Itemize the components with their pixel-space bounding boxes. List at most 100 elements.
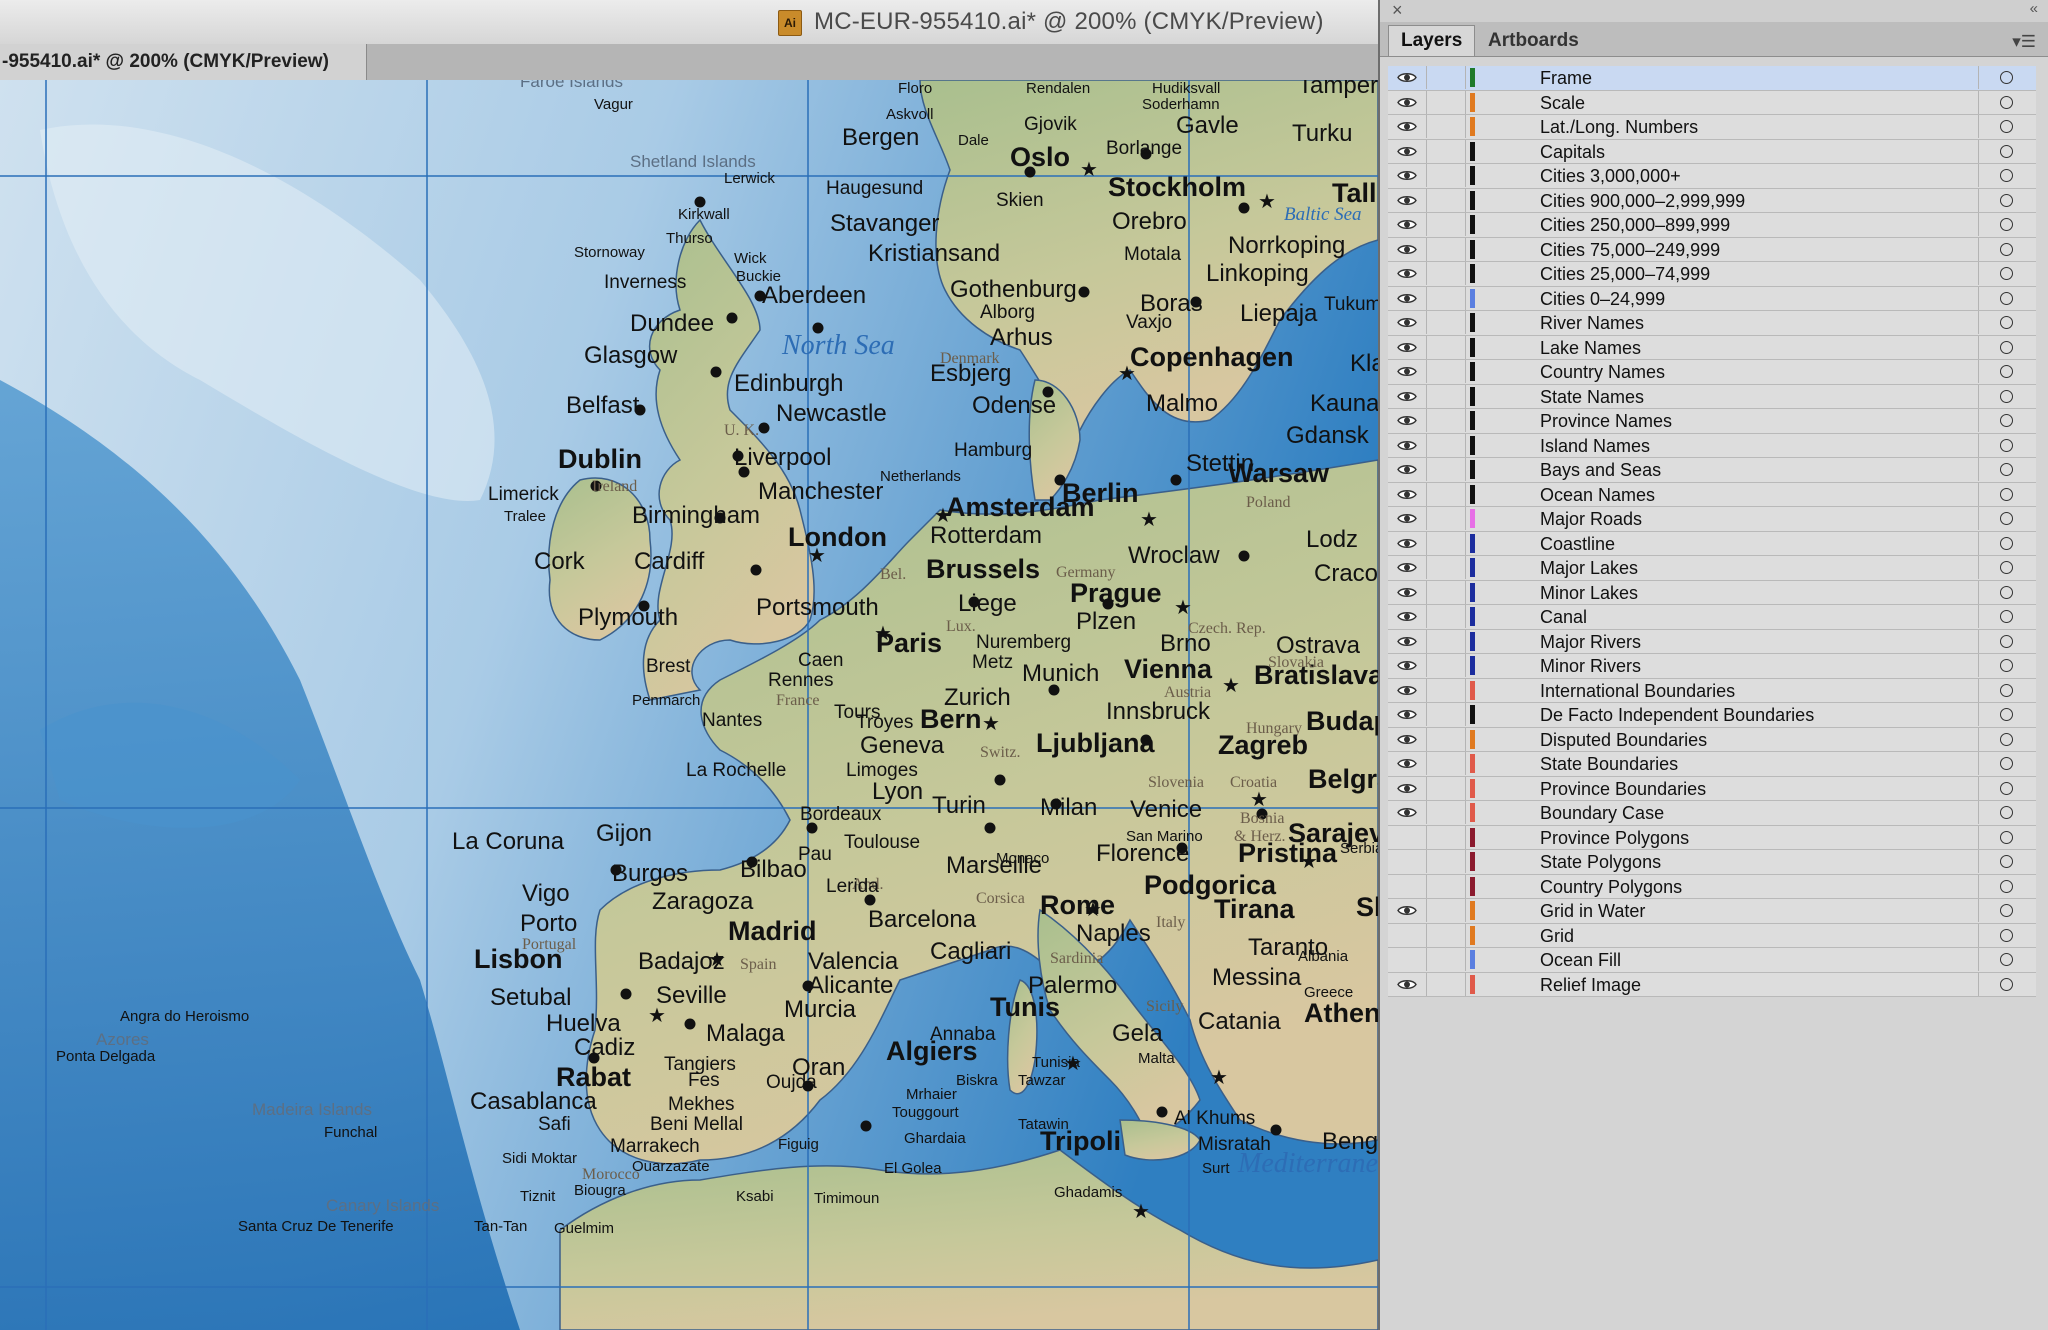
target-circle-icon[interactable]: [1978, 115, 2037, 138]
visibility-toggle[interactable]: [1388, 874, 1427, 898]
layer-name[interactable]: Cities 3,000,000+: [1540, 165, 1681, 187]
layer-name[interactable]: Grid: [1540, 925, 1574, 947]
target-circle-icon[interactable]: [1978, 213, 2037, 236]
visibility-toggle[interactable]: [1388, 678, 1427, 702]
layer-row[interactable]: Disputed Boundaries: [1388, 727, 2037, 752]
layer-row[interactable]: De Facto Independent Boundaries: [1388, 703, 2036, 728]
target-circle-icon[interactable]: [1978, 164, 2037, 187]
layer-row[interactable]: Province Boundaries: [1388, 776, 2037, 801]
visibility-toggle[interactable]: [1388, 262, 1427, 285]
visibility-toggle[interactable]: [1388, 213, 1427, 236]
layer-name[interactable]: Cities 250,000–899,999: [1540, 214, 1730, 236]
tab-layers[interactable]: Layers: [1388, 25, 1476, 56]
layer-name[interactable]: Disputed Boundaries: [1540, 729, 1707, 751]
document-tab[interactable]: -955410.ai* @ 200% (CMYK/Preview): [0, 44, 367, 80]
target-circle-icon[interactable]: [1978, 507, 2037, 530]
target-circle-icon[interactable]: [1978, 776, 2037, 800]
layer-name[interactable]: State Names: [1540, 386, 1644, 408]
lock-toggle[interactable]: [1427, 629, 1466, 653]
layer-row[interactable]: River Names: [1388, 311, 2036, 336]
artboard-canvas[interactable]: ★ ★ ★ ★ ★ ★ ★ ★ ★ ★ ★ ★ ★ ★ ★ ★ ★ ★ Faroe Islands Vagur She…: [0, 80, 1378, 1330]
visibility-toggle[interactable]: [1388, 727, 1427, 751]
lock-toggle[interactable]: [1427, 531, 1466, 555]
layer-row[interactable]: Scale: [1388, 90, 2036, 115]
visibility-toggle[interactable]: [1388, 972, 1427, 996]
layer-name[interactable]: Major Roads: [1540, 508, 1642, 530]
lock-toggle[interactable]: [1427, 311, 1466, 334]
target-circle-icon[interactable]: [1978, 899, 2037, 922]
layer-row[interactable]: Relief Image: [1388, 972, 2036, 997]
layer-name[interactable]: Scale: [1540, 92, 1585, 114]
lock-toggle[interactable]: [1427, 752, 1466, 775]
lock-toggle[interactable]: [1427, 703, 1466, 726]
target-circle-icon[interactable]: [1978, 531, 2037, 555]
layer-row[interactable]: Province Polygons: [1388, 825, 2037, 850]
lock-toggle[interactable]: [1427, 433, 1466, 457]
layer-row[interactable]: State Boundaries: [1388, 752, 2036, 777]
target-circle-icon[interactable]: [1978, 311, 2037, 334]
layer-name[interactable]: Country Polygons: [1540, 876, 1682, 898]
layer-row[interactable]: Bays and Seas: [1388, 458, 2036, 483]
target-circle-icon[interactable]: [1978, 458, 2037, 481]
visibility-toggle[interactable]: [1388, 605, 1427, 628]
layer-name[interactable]: Ocean Names: [1540, 484, 1655, 506]
layer-name[interactable]: Major Rivers: [1540, 631, 1641, 653]
layer-name[interactable]: Cities 900,000–2,999,999: [1540, 190, 1745, 212]
lock-toggle[interactable]: [1427, 286, 1466, 310]
target-circle-icon[interactable]: [1978, 825, 2037, 849]
lock-toggle[interactable]: [1427, 580, 1466, 604]
lock-toggle[interactable]: [1427, 458, 1466, 481]
visibility-toggle[interactable]: [1388, 115, 1427, 138]
lock-toggle[interactable]: [1427, 678, 1466, 702]
layer-name[interactable]: Cities 75,000–249,999: [1540, 239, 1720, 261]
layer-row[interactable]: Cities 0–24,999: [1388, 286, 2036, 311]
lock-toggle[interactable]: [1427, 948, 1466, 971]
lock-toggle[interactable]: [1427, 188, 1466, 212]
layer-name[interactable]: Relief Image: [1540, 974, 1641, 996]
layer-name[interactable]: International Boundaries: [1540, 680, 1735, 702]
target-circle-icon[interactable]: [1978, 727, 2037, 751]
target-circle-icon[interactable]: [1978, 923, 2037, 947]
lock-toggle[interactable]: [1427, 899, 1466, 922]
visibility-toggle[interactable]: [1388, 237, 1427, 261]
target-circle-icon[interactable]: [1978, 188, 2037, 212]
visibility-toggle[interactable]: [1388, 139, 1427, 163]
layer-name[interactable]: Cities 25,000–74,999: [1540, 263, 1710, 285]
visibility-toggle[interactable]: [1388, 360, 1427, 383]
visibility-toggle[interactable]: [1388, 507, 1427, 530]
lock-toggle[interactable]: [1427, 605, 1466, 628]
layer-name[interactable]: Frame: [1540, 67, 1592, 89]
visibility-toggle[interactable]: [1388, 482, 1427, 506]
lock-toggle[interactable]: [1427, 409, 1466, 432]
target-circle-icon[interactable]: [1978, 66, 2037, 89]
lock-toggle[interactable]: [1427, 825, 1466, 849]
layer-name[interactable]: Cities 0–24,999: [1540, 288, 1665, 310]
layer-row[interactable]: Frame: [1388, 66, 2036, 91]
target-circle-icon[interactable]: [1978, 139, 2037, 163]
visibility-toggle[interactable]: [1388, 629, 1427, 653]
layer-name[interactable]: Lat./Long. Numbers: [1540, 116, 1698, 138]
visibility-toggle[interactable]: [1388, 286, 1427, 310]
visibility-toggle[interactable]: [1388, 923, 1427, 947]
layer-name[interactable]: Canal: [1540, 606, 1587, 628]
lock-toggle[interactable]: [1427, 164, 1466, 187]
target-circle-icon[interactable]: [1978, 629, 2037, 653]
lock-toggle[interactable]: [1427, 727, 1466, 751]
visibility-toggle[interactable]: [1388, 188, 1427, 212]
close-icon[interactable]: ×: [1392, 0, 1403, 21]
layer-name[interactable]: Province Boundaries: [1540, 778, 1706, 800]
lock-toggle[interactable]: [1427, 507, 1466, 530]
target-circle-icon[interactable]: [1978, 335, 2037, 359]
visibility-toggle[interactable]: [1388, 801, 1427, 824]
visibility-toggle[interactable]: [1388, 458, 1427, 481]
layer-row[interactable]: Province Names: [1388, 409, 2036, 434]
target-circle-icon[interactable]: [1978, 262, 2037, 285]
layer-row[interactable]: Grid: [1388, 923, 2037, 948]
layer-name[interactable]: De Facto Independent Boundaries: [1540, 704, 1814, 726]
target-circle-icon[interactable]: [1978, 752, 2037, 775]
layer-name[interactable]: Minor Rivers: [1540, 655, 1641, 677]
layer-row[interactable]: Major Roads: [1388, 507, 2036, 532]
target-circle-icon[interactable]: [1978, 360, 2037, 383]
visibility-toggle[interactable]: [1388, 384, 1427, 408]
layer-name[interactable]: Capitals: [1540, 141, 1605, 163]
